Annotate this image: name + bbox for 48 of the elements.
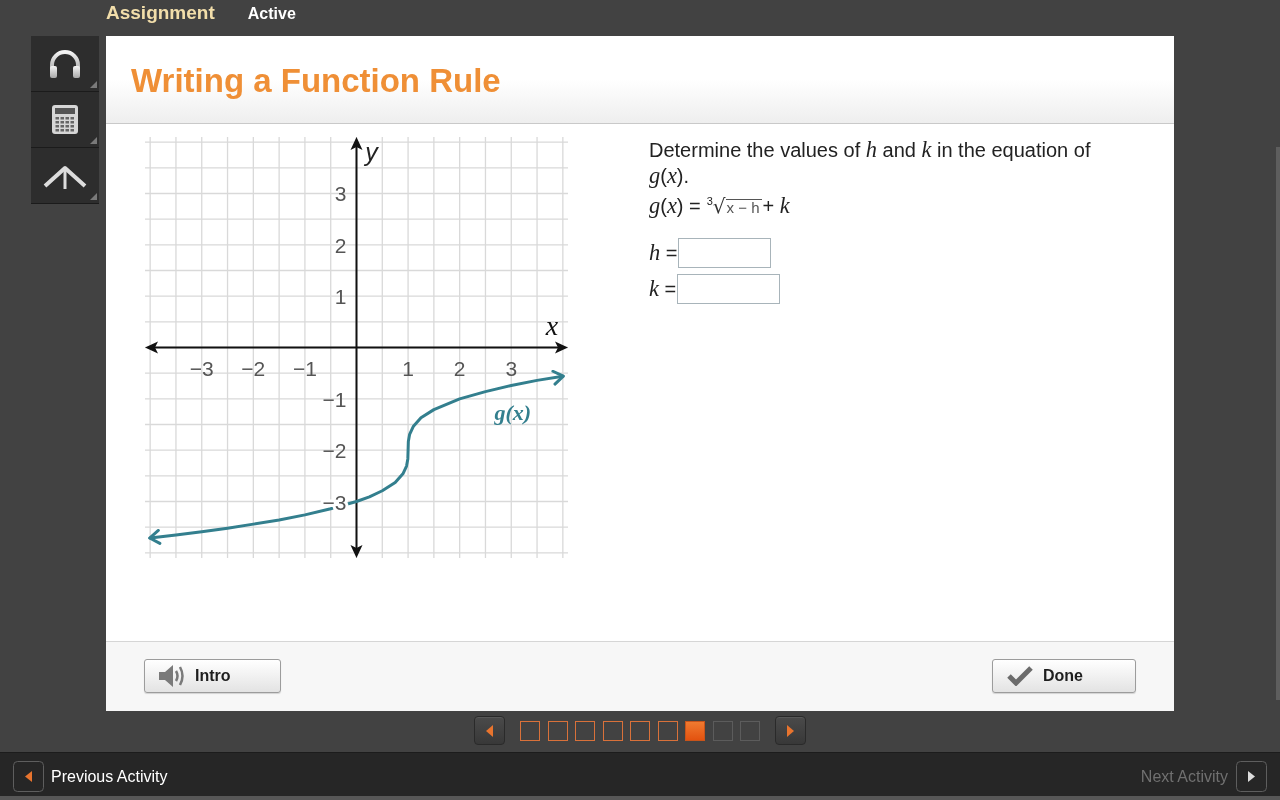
speaker-icon [158,663,186,689]
tick-label: 1 [402,356,414,380]
axis-label: x [545,309,559,341]
tick-label: 3 [505,356,518,380]
answer-label: h = [649,240,678,266]
tick-label: −2 [322,439,347,463]
page-indicator[interactable] [602,720,623,741]
caret-left-icon [486,724,493,737]
status-label: Active [247,4,296,24]
answer-field[interactable] [678,238,772,268]
tick-label: −1 [292,356,317,380]
page-indicator[interactable] [575,720,595,741]
tool-button[interactable] [31,36,99,92]
intro-button[interactable]: Intro [144,659,281,693]
previous-activity-button[interactable]: Previous Activity [13,761,168,792]
tick-label: 2 [334,233,347,257]
caret-right-icon [787,724,794,737]
curve-label: g(x) [494,399,532,425]
tick-label: 2 [453,356,466,380]
answer-field[interactable] [677,274,781,304]
assignment-label: Assignment [106,1,215,25]
corner-triangle-icon [90,137,97,144]
page-indicator[interactable] [547,720,568,741]
tick-label: 3 [334,182,347,206]
headphones-icon [48,49,82,78]
calculator-icon [52,105,78,134]
page-indicator[interactable] [657,720,678,741]
page-indicator[interactable] [685,720,705,741]
done-button[interactable]: Done [992,659,1136,693]
previous-page-button[interactable] [474,716,505,745]
tool-button[interactable] [31,92,99,148]
caret-left-icon [13,761,44,792]
axis-label: y [365,138,378,166]
tick-label: −1 [322,387,347,411]
corner-triangle-icon [90,193,97,200]
tool-button[interactable] [31,148,99,204]
tick-label: 1 [334,285,347,309]
corner-triangle-icon [90,81,97,88]
caret-right-icon [1236,761,1267,792]
lesson-title: Writing a Function Rule [131,61,501,100]
next-page-button[interactable] [775,716,806,745]
page-indicator[interactable] [630,720,650,741]
tick-label: −2 [241,356,266,380]
page-indicator[interactable] [520,720,540,741]
checkmark-icon [1006,666,1034,686]
answer-label: k = [649,276,677,302]
tick-label: −3 [189,356,214,380]
question-text: Determine the values of h and k in the equation of g(x). [649,137,1092,189]
